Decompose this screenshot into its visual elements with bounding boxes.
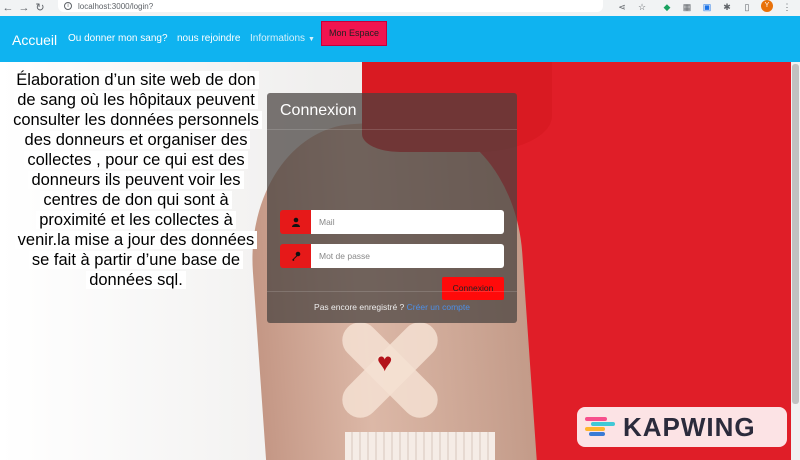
user-icon: [280, 210, 311, 234]
bookmark-star-icon[interactable]: ☆: [635, 1, 649, 13]
nav-link-donner[interactable]: Ou donner mon sang?: [68, 33, 168, 44]
share-icon[interactable]: ⋖: [615, 1, 629, 13]
login-submit-button[interactable]: Connexion: [442, 277, 504, 300]
kapwing-watermark: KAPWING: [577, 407, 787, 447]
nav-dropdown-label: Informations: [250, 33, 306, 44]
kapwing-logo-icon: [585, 417, 615, 436]
url-text: localhost:3000/login?: [78, 1, 154, 11]
reload-icon[interactable]: ↻: [32, 0, 48, 16]
divider: [267, 291, 517, 292]
nav-brand-accueil[interactable]: Accueil: [12, 32, 57, 48]
top-navbar: Accueil Ou donner mon sang? nous rejoind…: [0, 16, 800, 62]
page-scrollbar[interactable]: [791, 62, 800, 460]
scrollbar-thumb[interactable]: [792, 64, 799, 404]
footer-text: Pas encore enregistré ?: [314, 302, 405, 312]
kapwing-text: KAPWING: [623, 412, 756, 442]
puzzle-extensions-icon[interactable]: ✱: [720, 1, 734, 13]
caret-down-icon: ▼: [308, 36, 315, 43]
login-card: Connexion Connexion Pas encore enregistr…: [267, 93, 517, 323]
description-text: Élaboration d’un site web de don de sang…: [10, 71, 262, 289]
create-account-link[interactable]: Créer un compte: [407, 302, 470, 312]
key-icon: [280, 244, 311, 268]
info-icon[interactable]: i: [64, 2, 72, 10]
heart-icon: ♥: [377, 347, 393, 377]
mail-input[interactable]: [311, 210, 504, 234]
address-bar[interactable]: i localhost:3000/login?: [58, 0, 603, 12]
bandage-strip-shape: [345, 432, 495, 460]
menu-kebab-icon[interactable]: ⋮: [780, 1, 794, 13]
sidepanel-icon[interactable]: ▯: [740, 1, 754, 13]
password-field-group: [280, 244, 504, 268]
nav-dropdown-informations[interactable]: Informations ▼: [250, 33, 315, 44]
login-title: Connexion: [280, 102, 357, 119]
forward-icon[interactable]: →: [16, 0, 32, 16]
login-footer: Pas encore enregistré ? Créer un compte: [267, 302, 517, 312]
extension-icon[interactable]: ▦: [680, 1, 694, 13]
mon-espace-button[interactable]: Mon Espace: [321, 21, 387, 46]
shield-extension-icon[interactable]: ◆: [660, 1, 674, 13]
nav-link-rejoindre[interactable]: nous rejoindre: [177, 33, 240, 44]
extension-icon[interactable]: ▣: [700, 1, 714, 13]
divider: [267, 129, 517, 130]
back-icon[interactable]: ←: [0, 0, 16, 16]
browser-toolbar: ← → ↻ i localhost:3000/login? ⋖ ☆ ◆ ▦ ▣ …: [0, 0, 800, 16]
project-description: Élaboration d’un site web de don de sang…: [10, 70, 262, 290]
profile-avatar[interactable]: Y: [761, 0, 773, 12]
password-input[interactable]: [311, 244, 504, 268]
mail-field-group: [280, 210, 504, 234]
